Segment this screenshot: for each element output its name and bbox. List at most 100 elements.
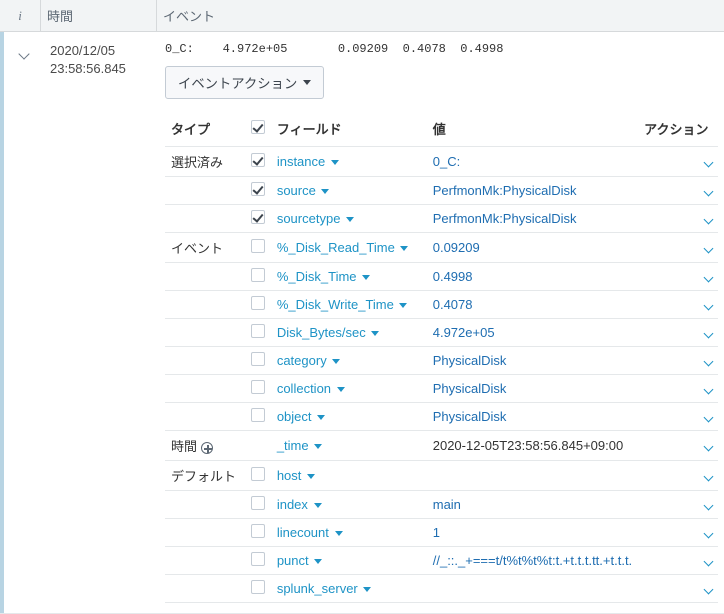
- field-name-cell[interactable]: index: [271, 491, 427, 519]
- field-value-cell[interactable]: PhysicalDisk: [427, 375, 638, 403]
- checkbox-icon: [251, 210, 265, 224]
- field-checkbox-cell[interactable]: [245, 319, 271, 347]
- field-checkbox-cell[interactable]: [245, 403, 271, 431]
- field-action-cell[interactable]: [638, 575, 718, 603]
- field-name-cell[interactable]: splunk_server: [271, 575, 427, 603]
- field-name-cell[interactable]: collection: [271, 375, 427, 403]
- field-name-cell[interactable]: Disk_Bytes/sec: [271, 319, 427, 347]
- field-action-cell[interactable]: [638, 347, 718, 375]
- field-name-cell[interactable]: host: [271, 461, 427, 491]
- field-name-cell[interactable]: %_Disk_Read_Time: [271, 233, 427, 263]
- field-checkbox-cell[interactable]: [245, 233, 271, 263]
- checkbox-icon: [251, 496, 265, 510]
- field-action-cell[interactable]: [638, 319, 718, 347]
- caret-down-icon: [321, 189, 329, 194]
- field-value-cell[interactable]: 0_C:: [427, 147, 638, 177]
- row-marker: [0, 32, 4, 613]
- chevron-down-icon: [704, 442, 714, 452]
- field-name-cell[interactable]: sourcetype: [271, 205, 427, 233]
- header-event-col[interactable]: イベント: [157, 6, 724, 25]
- field-action-cell[interactable]: [638, 519, 718, 547]
- checkbox-icon: [251, 296, 265, 310]
- chevron-down-icon: [704, 557, 714, 567]
- field-name-cell[interactable]: source: [271, 177, 427, 205]
- event-action-button[interactable]: イベントアクション: [165, 66, 324, 99]
- field-checkbox-cell[interactable]: [245, 291, 271, 319]
- field-action-cell[interactable]: [638, 375, 718, 403]
- field-name-cell[interactable]: object: [271, 403, 427, 431]
- field-value-cell[interactable]: //_::._+===t/t%t%t%t:t.+t.t.t.tt.+t.t.t.: [427, 547, 638, 575]
- field-name-link: index: [277, 497, 308, 512]
- field-header-field: フィールド: [271, 113, 427, 147]
- chevron-down-icon: [704, 501, 714, 511]
- field-checkbox-cell[interactable]: [245, 575, 271, 603]
- field-name-cell[interactable]: linecount: [271, 519, 427, 547]
- field-value-cell[interactable]: 0.4078: [427, 291, 638, 319]
- field-name-link: linecount: [277, 525, 329, 540]
- field-value-cell[interactable]: PhysicalDisk: [427, 403, 638, 431]
- field-header-action: アクション: [638, 113, 718, 147]
- field-group-label: [165, 491, 245, 519]
- field-action-cell[interactable]: [638, 291, 718, 319]
- field-checkbox-cell[interactable]: [245, 491, 271, 519]
- field-checkbox-cell[interactable]: [245, 375, 271, 403]
- field-checkbox-cell[interactable]: [245, 205, 271, 233]
- field-name-link: %_Disk_Time: [277, 269, 357, 284]
- checkbox-all-icon: [251, 120, 265, 134]
- field-row: object PhysicalDisk: [165, 403, 718, 431]
- raw-event-text[interactable]: 0_C: 4.972e+05 0.09209 0.4078 0.4998: [165, 42, 718, 56]
- field-value-cell[interactable]: PerfmonMk:PhysicalDisk: [427, 177, 638, 205]
- field-name-cell[interactable]: punct: [271, 547, 427, 575]
- field-action-cell[interactable]: [638, 263, 718, 291]
- field-action-cell[interactable]: [638, 177, 718, 205]
- field-value-cell[interactable]: 0.09209: [427, 233, 638, 263]
- field-name-link: %_Disk_Write_Time: [277, 297, 394, 312]
- caret-down-icon: [363, 587, 371, 592]
- field-checkbox-cell[interactable]: [245, 519, 271, 547]
- field-name-link: _time: [277, 438, 309, 453]
- chevron-down-icon: [704, 158, 714, 168]
- field-header-checkbox[interactable]: [245, 113, 271, 147]
- field-name-cell[interactable]: _time: [271, 431, 427, 461]
- field-name-link: category: [277, 353, 327, 368]
- field-action-cell[interactable]: [638, 547, 718, 575]
- caret-down-icon: [317, 415, 325, 420]
- chevron-down-icon: [704, 187, 714, 197]
- field-action-cell[interactable]: [638, 205, 718, 233]
- header-time-col[interactable]: 時間: [41, 6, 156, 25]
- chevron-down-icon: [704, 357, 714, 367]
- field-value-cell[interactable]: PerfmonMk:PhysicalDisk: [427, 205, 638, 233]
- field-row: 選択済みinstance 0_C:: [165, 147, 718, 177]
- field-action-cell[interactable]: [638, 147, 718, 177]
- field-value-cell[interactable]: 4.972e+05: [427, 319, 638, 347]
- field-action-cell[interactable]: [638, 431, 718, 461]
- caret-down-icon: [332, 359, 340, 364]
- field-value-cell[interactable]: 0.4998: [427, 263, 638, 291]
- field-name-cell[interactable]: instance: [271, 147, 427, 177]
- expand-toggle[interactable]: [4, 32, 44, 62]
- field-name-cell[interactable]: category: [271, 347, 427, 375]
- field-name-link: collection: [277, 381, 331, 396]
- chevron-down-icon: [704, 529, 714, 539]
- field-row: source PerfmonMk:PhysicalDisk: [165, 177, 718, 205]
- field-action-cell[interactable]: [638, 403, 718, 431]
- field-checkbox-cell[interactable]: [245, 263, 271, 291]
- field-value-cell[interactable]: main: [427, 491, 638, 519]
- field-name-cell[interactable]: %_Disk_Time: [271, 263, 427, 291]
- field-checkbox-cell[interactable]: [245, 547, 271, 575]
- chevron-down-icon: [704, 273, 714, 283]
- field-action-cell[interactable]: [638, 491, 718, 519]
- field-value-cell[interactable]: 1: [427, 519, 638, 547]
- field-value-cell[interactable]: PhysicalDisk: [427, 347, 638, 375]
- field-checkbox-cell[interactable]: [245, 147, 271, 177]
- caret-down-icon: [337, 387, 345, 392]
- plus-circle-icon[interactable]: [201, 442, 213, 454]
- field-checkbox-cell[interactable]: [245, 347, 271, 375]
- field-row: 時間_time 2020-12-05T23:58:56.845+09:00: [165, 431, 718, 461]
- field-action-cell[interactable]: [638, 233, 718, 263]
- field-name-cell[interactable]: %_Disk_Write_Time: [271, 291, 427, 319]
- field-checkbox-cell[interactable]: [245, 461, 271, 491]
- caret-down-icon: [362, 275, 370, 280]
- field-action-cell[interactable]: [638, 461, 718, 491]
- field-checkbox-cell[interactable]: [245, 177, 271, 205]
